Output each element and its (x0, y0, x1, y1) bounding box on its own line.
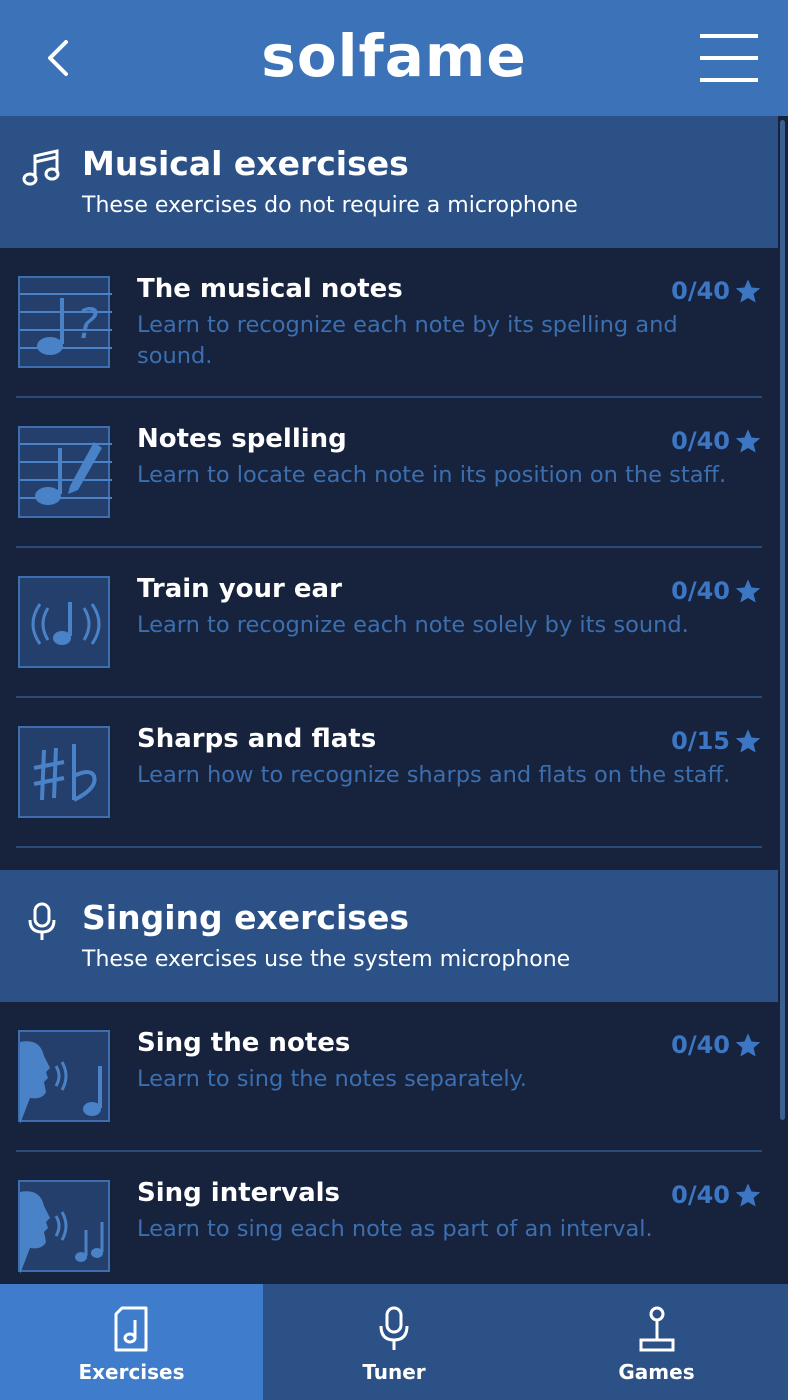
joystick-icon (639, 1306, 674, 1352)
exercise-score: 0/40 (671, 574, 762, 608)
exercise-score: 0/40 (671, 1028, 762, 1062)
exercise-score: 0/15 (671, 724, 762, 758)
section-title: Singing exercises (82, 898, 409, 937)
note-sound-icon (18, 576, 110, 668)
star-icon (735, 279, 761, 303)
exercise-description: Learn to sing the notes separately. (137, 1066, 527, 1092)
exercise-title: The musical notes (137, 274, 403, 304)
music-note-icon (22, 149, 60, 186)
document-note-icon (114, 1306, 147, 1352)
scrollbar[interactable] (778, 116, 788, 1284)
note-pencil-icon (18, 426, 112, 518)
star-icon (735, 579, 761, 603)
star-icon (735, 429, 761, 453)
score-text: 0/40 (671, 577, 730, 605)
star-icon (735, 729, 761, 753)
tab-label: Tuner (362, 1360, 426, 1384)
tab-games[interactable]: Games (525, 1284, 788, 1400)
exercise-sharps-and-flats[interactable]: Sharps and flats Learn how to recognize … (16, 698, 762, 848)
exercise-score: 0/40 (671, 424, 762, 458)
exercise-description: Learn how to recognize sharps and flats … (137, 762, 731, 788)
top-bar: solfame (0, 0, 788, 116)
exercise-description: Learn to sing each note as part of an in… (137, 1216, 653, 1242)
exercise-title: Sing intervals (137, 1178, 340, 1208)
section-subtitle: These exercises do not require a microph… (82, 193, 578, 218)
tab-label: Games (618, 1360, 695, 1384)
exercise-description: Learn to locate each note in its positio… (137, 462, 727, 488)
scrollbar-thumb[interactable] (780, 120, 785, 1120)
exercise-sing-the-notes[interactable]: Sing the notes Learn to sing the notes s… (16, 1002, 762, 1152)
score-text: 0/40 (671, 277, 730, 305)
sharp-flat-icon (18, 726, 110, 818)
tab-tuner[interactable]: Tuner (263, 1284, 525, 1400)
bottom-tab-bar: Exercises Tuner Games (0, 1284, 788, 1400)
svg-text:?: ? (76, 299, 98, 348)
section-header-singing: Singing exercises These exercises use th… (0, 870, 778, 1002)
exercise-title: Sharps and flats (137, 724, 377, 754)
score-text: 0/40 (671, 1181, 730, 1209)
score-text: 0/40 (671, 427, 730, 455)
app-logo: solfame (261, 22, 527, 90)
microphone-icon (379, 1306, 409, 1350)
exercise-train-your-ear[interactable]: Train your ear Learn to recognize each n… (16, 548, 762, 698)
score-text: 0/15 (671, 727, 730, 755)
exercise-score: 0/40 (671, 274, 762, 308)
star-icon (735, 1183, 761, 1207)
section-header-musical: Musical exercises These exercises do not… (0, 116, 778, 248)
note-question-icon: ? (18, 276, 112, 368)
exercise-sing-intervals[interactable]: Sing intervals Learn to sing each note a… (16, 1152, 762, 1284)
hamburger-menu-icon (700, 34, 758, 82)
section-subtitle: These exercises use the system microphon… (82, 947, 571, 972)
singing-note-icon (18, 1030, 110, 1124)
section-title: Musical exercises (82, 144, 409, 183)
exercise-title: Train your ear (137, 574, 342, 604)
menu-button[interactable] (700, 32, 758, 84)
score-text: 0/40 (671, 1031, 730, 1059)
exercise-title: Sing the notes (137, 1028, 351, 1058)
singing-interval-icon (18, 1180, 110, 1274)
exercise-score: 0/40 (671, 1178, 762, 1212)
star-icon (735, 1033, 761, 1057)
microphone-icon (28, 902, 56, 940)
exercise-the-musical-notes[interactable]: ? The musical notes Learn to recognize e… (16, 248, 762, 398)
tab-exercises[interactable]: Exercises (0, 1284, 263, 1400)
exercise-title: Notes spelling (137, 424, 347, 454)
exercise-description: Learn to recognize each note by its spel… (137, 312, 678, 369)
exercise-description: Learn to recognize each note solely by i… (137, 612, 689, 638)
exercise-list[interactable]: Musical exercises These exercises do not… (0, 116, 778, 1284)
tab-label: Exercises (78, 1360, 185, 1384)
exercise-notes-spelling[interactable]: Notes spelling Learn to locate each note… (16, 398, 762, 548)
